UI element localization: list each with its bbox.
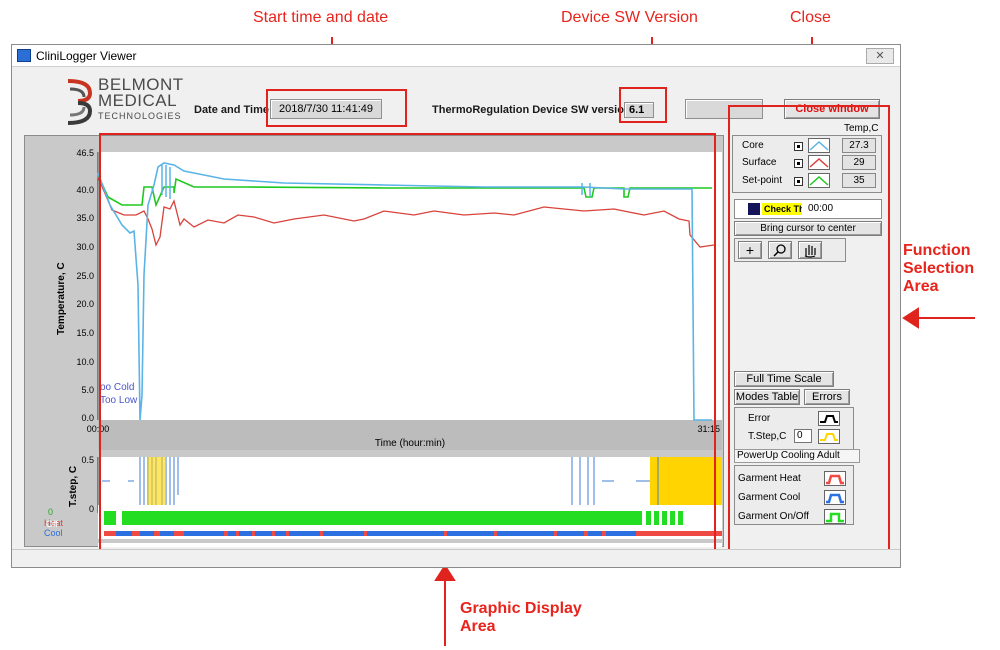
tstep-label: T.Step,C <box>748 431 787 442</box>
garment-heat-label: Garment Heat <box>738 473 801 484</box>
setpoint-color-swatch[interactable] <box>808 173 830 188</box>
legend-setpoint-label: Set-point <box>742 175 783 186</box>
app-window: CliniLogger Viewer ✕ BELMONT MEDICAL TEC… <box>11 44 901 568</box>
y-tick-label: 0.0 <box>81 413 94 423</box>
zoom-tool-button[interactable] <box>768 241 792 259</box>
cursor-status-text: Check Th <box>762 203 802 215</box>
error-label: Error <box>748 413 771 424</box>
legend-header: Temp,C <box>844 123 879 134</box>
y-tick-labels: 46.5 40.0 35.0 30.0 25.0 20.0 15.0 10.0 … <box>76 148 94 423</box>
garment-cool-label: Garment Cool <box>738 492 801 503</box>
garment-onoff-label: Garment On/Off <box>738 511 809 522</box>
legend-surface-label: Surface <box>742 157 777 168</box>
onoff-label-off: Off <box>46 519 58 529</box>
surface-value: 29 <box>842 155 876 170</box>
tstep-axis-title: T.step, C <box>68 466 79 507</box>
mode-text: PowerUp Cooling Adult <box>734 449 860 463</box>
window-close-button[interactable]: ✕ <box>866 48 894 64</box>
cursor-time: 00:00 <box>808 203 834 214</box>
error-color-swatch[interactable] <box>818 411 840 426</box>
crosshair-tool-button[interactable]: + <box>738 241 762 259</box>
tstep-value-field[interactable]: 0 <box>794 429 812 443</box>
window-status-strip <box>12 549 900 567</box>
graphic-area-box <box>99 133 716 561</box>
setpoint-value: 35 <box>842 173 876 188</box>
y-tick-label: 30.0 <box>76 242 94 252</box>
logo-line2: MEDICAL <box>98 91 178 110</box>
surface-color-swatch[interactable] <box>808 155 830 170</box>
logo-line3: TECHNOLOGIES <box>98 111 182 121</box>
full-time-scale-button[interactable]: Full Time Scale <box>734 371 834 387</box>
tstep-tick-bottom: 0 <box>89 504 94 514</box>
y-axis-title: Temperature, C <box>56 262 67 335</box>
date-highlight-box <box>266 89 407 127</box>
cursor-color-indicator <box>748 203 760 215</box>
garment-cool-swatch[interactable] <box>824 490 846 505</box>
callout-function-area: Function Selection Area <box>903 242 975 295</box>
core-value: 27.3 <box>842 138 876 153</box>
y-tick-label: 25.0 <box>76 271 94 281</box>
title-bar: CliniLogger Viewer ✕ <box>12 45 900 67</box>
company-logo: BELMONT MEDICAL TECHNOLOGIES <box>64 75 224 129</box>
date-time-label: Date and Time <box>194 104 269 116</box>
mode-label-cool: Cool <box>44 528 63 538</box>
y-tick-label: 40.0 <box>76 185 94 195</box>
onoff-label-zero: 0 <box>48 507 54 517</box>
hand-icon <box>804 245 816 258</box>
core-color-swatch[interactable] <box>808 138 830 153</box>
sw-highlight-box <box>619 87 667 123</box>
errors-button[interactable]: Errors <box>804 389 850 405</box>
zoom-icon <box>773 244 786 257</box>
garment-onoff-swatch[interactable] <box>824 509 846 524</box>
modes-table-button[interactable]: Modes Table <box>734 389 800 405</box>
surface-visibility-checkbox[interactable] <box>794 159 803 168</box>
callout-graphic-area: Graphic Display Area <box>460 600 582 635</box>
y-tick-label: 20.0 <box>76 299 94 309</box>
tstep-tick-top: 0.5 <box>81 455 94 465</box>
logo-mark-icon <box>67 79 93 125</box>
app-icon <box>17 49 31 62</box>
tstep-color-swatch[interactable] <box>818 429 840 444</box>
y-tick-label: 5.0 <box>81 385 94 395</box>
pan-tool-button[interactable] <box>798 241 822 259</box>
y-tick-label: 10.0 <box>76 357 94 367</box>
bring-cursor-to-center-button[interactable]: Bring cursor to center <box>734 221 882 236</box>
setpoint-visibility-checkbox[interactable] <box>794 177 803 186</box>
garment-heat-swatch[interactable] <box>824 471 846 486</box>
sw-version-label: ThermoRegulation Device SW version <box>432 104 631 116</box>
y-tick-label: 35.0 <box>76 213 94 223</box>
y-tick-label: 15.0 <box>76 328 94 338</box>
y-tick-label: 46.5 <box>76 148 94 158</box>
legend-core-label: Core <box>742 140 764 151</box>
window-title: CliniLogger Viewer <box>36 49 137 63</box>
core-visibility-checkbox[interactable] <box>794 142 803 151</box>
